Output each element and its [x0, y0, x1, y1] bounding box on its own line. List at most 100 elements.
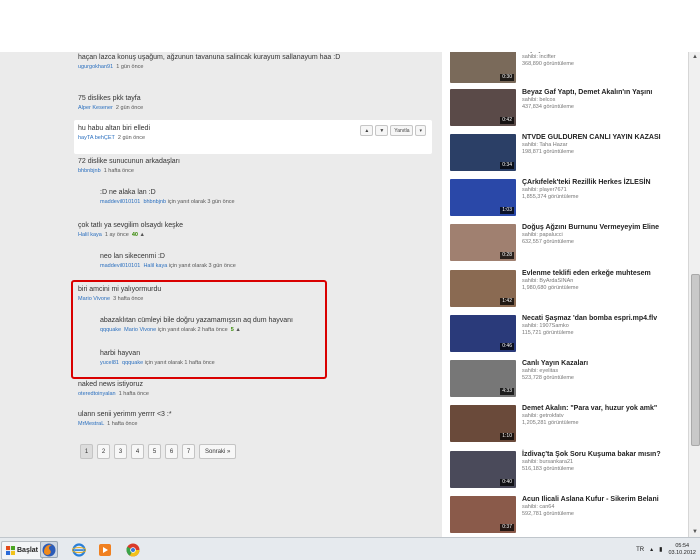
related-video-item[interactable]: 1:42 Evlenme teklifi eden erkeğe muhtese…: [450, 270, 686, 310]
reply-to-link[interactable]: Halil kaya: [143, 263, 167, 269]
video-thumbnail[interactable]: 0:40: [450, 451, 516, 488]
comment-reply: neo lan sikecenmi :D maddevil010101 Hali…: [100, 252, 430, 270]
video-thumbnail[interactable]: 0:42: [450, 89, 516, 126]
video-thumbnail[interactable]: 4:33: [450, 360, 516, 397]
clock-time: 05:54: [675, 542, 690, 549]
language-indicator[interactable]: TR: [636, 547, 644, 553]
comment-text: ulann senii yerimm yerrrr <3 :*: [78, 411, 172, 418]
taskbar-internet-explorer[interactable]: [70, 541, 88, 558]
video-duration: 4:33: [500, 388, 514, 395]
next-page-button[interactable]: Sonraki »: [199, 444, 237, 459]
comment-text: :D ne alaka lan :D: [100, 189, 156, 196]
comment-text: neo lan sikecenmi :D: [100, 253, 165, 260]
video-thumbnail[interactable]: 1:42: [450, 270, 516, 307]
comment-author-link[interactable]: hayTA behÇET: [78, 135, 115, 141]
related-video-item[interactable]: 0:28 Doğuş Ağzını Burnunu Vermeyeyim Eli…: [450, 224, 686, 264]
video-duration: 0:37: [500, 524, 514, 531]
reply-to-link[interactable]: bhbnbjnb: [143, 199, 166, 205]
taskbar-firefox[interactable]: [40, 541, 58, 558]
video-views: 632,557 görüntüleme: [522, 239, 574, 245]
comment-item: ulann senii yerimm yerrrr <3 :* MrMestra…: [78, 410, 430, 428]
comment-author-link[interactable]: oteredtoinyalan: [78, 391, 116, 397]
dislike-button[interactable]: ▼: [375, 125, 389, 136]
video-title[interactable]: ÇArkıfelek'teki Rezillik Herkes İZLESİN: [522, 179, 682, 187]
reply-button[interactable]: Yanıtla: [390, 125, 414, 136]
page-button[interactable]: 5: [148, 444, 161, 459]
comment-actions: ▲ ▼ Yanıtla ▾: [360, 125, 426, 136]
like-button[interactable]: ▲: [360, 125, 374, 136]
comment-author-link[interactable]: Alper Kesener: [78, 105, 113, 111]
video-views: 1,205,281 görüntüleme: [522, 420, 579, 426]
video-title[interactable]: Evlenme teklifi eden erkeğe muhtesem: [522, 270, 682, 278]
page-button[interactable]: 1: [80, 444, 93, 459]
page-button[interactable]: 4: [131, 444, 144, 459]
taskbar-chrome[interactable]: [124, 541, 142, 558]
video-title[interactable]: Canlı Yayın Kazaları: [522, 360, 682, 368]
video-duration: 0:46: [500, 343, 514, 350]
related-video-item[interactable]: 0:34 NTVDE GULDUREN CANLI YAYIN KAZASI s…: [450, 134, 686, 174]
video-title[interactable]: Demet Akalın: "Para var, huzur yok amk": [522, 405, 682, 413]
video-title[interactable]: Acun Ilicali Aslana Kufur - Sikerim Bela…: [522, 496, 682, 504]
video-owner: sahibi: bursankara21: [522, 459, 574, 465]
related-video-item[interactable]: 4:33 Canlı Yayın Kazaları sahibi: eyelit…: [450, 360, 686, 400]
related-video-item[interactable]: 0:40 İzdivaç'ta Şok Soru Kuşuma bakar mı…: [450, 451, 686, 491]
page-button[interactable]: 3: [114, 444, 127, 459]
related-video-item[interactable]: 0:46 Necati Şaşmaz 'dan bomba espri.mp4.…: [450, 315, 686, 355]
video-title[interactable]: Doğuş Ağzını Burnunu Vermeyeyim Eline: [522, 224, 682, 232]
related-video-item[interactable]: 0:37 Acun Ilicali Aslana Kufur - Sikerim…: [450, 496, 686, 536]
chrome-icon: [126, 543, 140, 556]
video-title[interactable]: İzdivaç'ta Şok Soru Kuşuma bakar mısın?: [522, 451, 682, 459]
video-thumbnail[interactable]: 0:30: [450, 52, 516, 83]
system-tray: TR ▴ ▮ 05:54 03.10.2012: [636, 540, 696, 559]
video-duration: 1:10: [500, 433, 514, 440]
related-video-item[interactable]: 0:42 Beyaz Gaf Yaptı, Demet Akalın'ın Ya…: [450, 89, 686, 129]
comment-menu-button[interactable]: ▾: [415, 125, 426, 136]
video-thumbnail[interactable]: 1:10: [450, 405, 516, 442]
video-owner: sahibi: can64: [522, 504, 555, 510]
scrollbar-thumb[interactable]: [691, 274, 700, 446]
video-views: 368,890 görüntüleme: [522, 61, 574, 67]
video-owner: sahibi: belcos: [522, 97, 556, 103]
taskbar-media-player[interactable]: [96, 541, 114, 558]
comment-author-link[interactable]: bhbnbjnb: [78, 168, 101, 174]
clock[interactable]: 05:54 03.10.2012: [668, 543, 696, 557]
video-thumbnail[interactable]: 1:03: [450, 179, 516, 216]
page-button[interactable]: 2: [97, 444, 110, 459]
page-button[interactable]: 7: [182, 444, 195, 459]
comment-meta: ugurgokhan91 1 gün önce: [78, 64, 430, 71]
scroll-up-arrow-icon[interactable]: ▲: [689, 52, 700, 62]
video-owner: sahibi: getrokfatv: [522, 413, 564, 419]
comment-meta: maddevil010101 Halil kaya için yanıt ola…: [100, 263, 430, 270]
scroll-down-arrow-icon[interactable]: ▼: [689, 527, 700, 537]
comment-time: için yanıt olarak 3 gün önce: [167, 199, 235, 205]
related-video-item[interactable]: 0:30 koyuyoruz sahibi: incifter 368,890 …: [450, 52, 686, 86]
video-title[interactable]: NTVDE GULDUREN CANLI YAYIN KAZASI: [522, 134, 682, 142]
video-owner: sahibi: 1907Samko: [522, 323, 569, 329]
start-button[interactable]: Başlat: [1, 541, 44, 560]
tray-expand-icon[interactable]: ▴: [650, 546, 653, 553]
comment-item: çok tatlı ya sevgilim olsaydı keşke Hali…: [78, 221, 430, 239]
related-video-item[interactable]: 1:10 Demet Akalın: "Para var, huzur yok …: [450, 405, 686, 445]
video-owner: sahibi: Taha Hazar: [522, 142, 568, 148]
page-button[interactable]: 6: [165, 444, 178, 459]
comment-time: 2 gün önce: [115, 105, 144, 111]
video-thumbnail[interactable]: 0:37: [450, 496, 516, 533]
comment-author-link[interactable]: MrMestraL: [78, 421, 104, 427]
video-title[interactable]: Beyaz Gaf Yaptı, Demet Akalın'ın Yaşını: [522, 89, 682, 97]
comment-author-link[interactable]: ugurgokhan91: [78, 64, 113, 70]
video-title[interactable]: Necati Şaşmaz 'dan bomba espri.mp4.flv: [522, 315, 682, 323]
comment-author-link[interactable]: Halil kaya: [78, 232, 102, 238]
comment-meta: oteredtoinyalan 1 hafta önce: [78, 391, 430, 398]
video-duration: 0:42: [500, 117, 514, 124]
video-owner: sahibi: ByArdaSINAn: [522, 278, 574, 284]
video-thumbnail[interactable]: 0:46: [450, 315, 516, 352]
comment-author-link[interactable]: maddevil010101: [100, 263, 140, 269]
tray-network-icon[interactable]: ▮: [659, 546, 662, 553]
vertical-scrollbar[interactable]: ▲ ▼: [688, 52, 700, 537]
comment-author-link[interactable]: maddevil010101: [100, 199, 140, 205]
video-thumbnail[interactable]: 0:28: [450, 224, 516, 261]
video-thumbnail[interactable]: 0:34: [450, 134, 516, 171]
video-views: 115,721 görüntüleme: [522, 330, 574, 336]
related-video-item[interactable]: 1:03 ÇArkıfelek'teki Rezillik Herkes İZL…: [450, 179, 686, 219]
comment-meta: maddevil010101 bhbnbjnb için yanıt olara…: [100, 199, 430, 206]
